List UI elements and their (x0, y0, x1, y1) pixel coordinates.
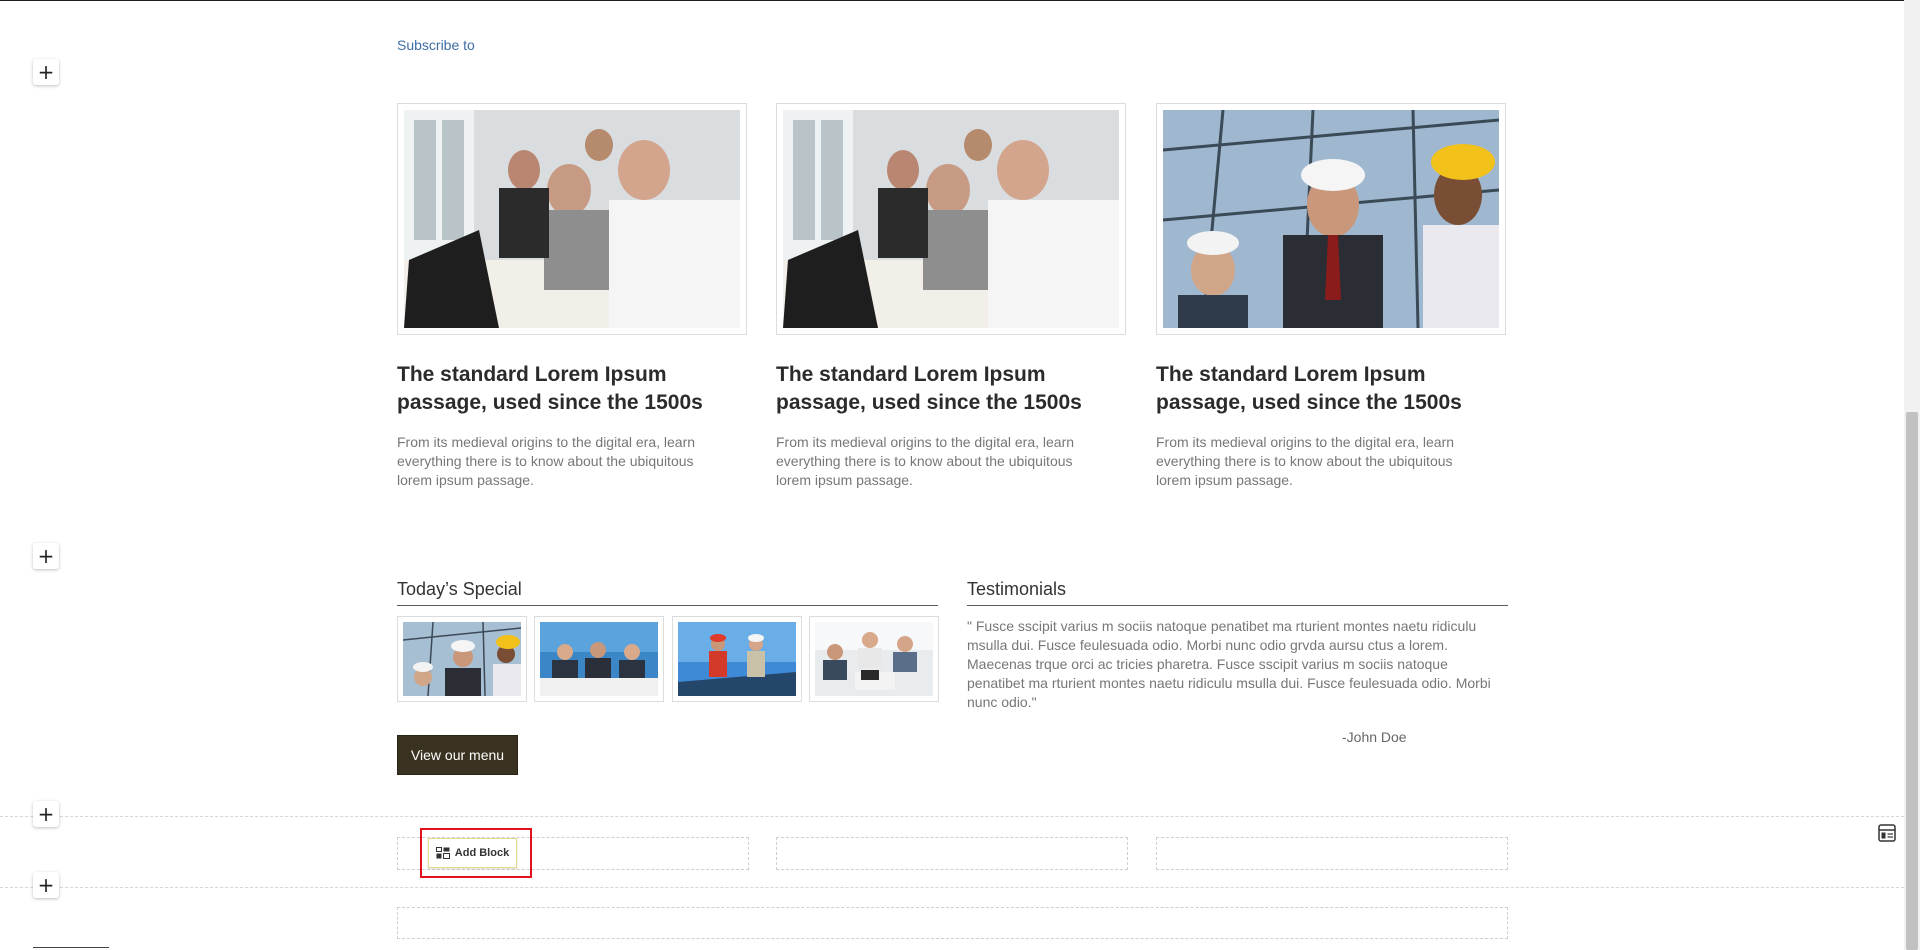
view-menu-button[interactable]: View our menu (397, 735, 518, 775)
testimonials-rule (967, 605, 1508, 606)
special-thumbnail[interactable] (672, 616, 802, 702)
card-title[interactable]: The standard Lorem Ipsum passage, used s… (776, 361, 1116, 417)
testimonials-heading: Testimonials (967, 579, 1067, 599)
section-divider (0, 887, 1904, 888)
card-title[interactable]: The standard Lorem Ipsum passage, used s… (1156, 361, 1496, 417)
subscribe-link[interactable]: Subscribe to (397, 37, 475, 53)
empty-block-placeholder[interactable] (1156, 837, 1508, 870)
add-section-button[interactable]: + (33, 543, 59, 569)
special-thumbnail[interactable] (809, 616, 939, 702)
todays-special-heading: Today’s Special (397, 579, 522, 599)
testimonial-quote: " Fusce sscipit varius m sociis natoque … (967, 618, 1491, 710)
todays-special-rule (397, 605, 938, 606)
card-image[interactable] (776, 103, 1126, 335)
highlight-box (420, 828, 532, 878)
add-section-button[interactable]: + (33, 872, 59, 898)
scrollbar-thumb[interactable] (1906, 412, 1918, 950)
empty-block-placeholder[interactable] (397, 907, 1508, 939)
add-section-button[interactable]: + (33, 801, 59, 827)
special-thumbnail[interactable] (397, 616, 527, 702)
business-meeting-image (783, 110, 1119, 328)
card-image[interactable] (397, 103, 747, 335)
card-image[interactable] (1156, 103, 1506, 335)
business-meeting-image (404, 110, 740, 328)
handshake-solar-thumb (678, 622, 796, 696)
article-card: The standard Lorem Ipsum passage, used s… (776, 103, 1128, 490)
layout-settings-icon[interactable] (1877, 823, 1897, 843)
team-laptops-thumb (815, 622, 933, 696)
card-description: From its medieval origins to the digital… (776, 434, 1075, 488)
card-title[interactable]: The standard Lorem Ipsum passage, used s… (397, 361, 737, 417)
special-thumbnail[interactable] (534, 616, 664, 702)
card-description: From its medieval origins to the digital… (397, 434, 696, 488)
top-border (0, 0, 1920, 1)
section-divider (0, 816, 1904, 817)
scrollbar-track[interactable] (1904, 0, 1920, 950)
bottom-edge-line (33, 947, 109, 948)
construction-team-image (1163, 110, 1499, 328)
testimonial-author: -John Doe (1342, 729, 1407, 745)
office-meeting-thumb (540, 622, 658, 696)
empty-block-placeholder[interactable] (776, 837, 1128, 870)
add-section-button[interactable]: + (33, 59, 59, 85)
construction-team-thumb (403, 622, 521, 696)
article-card: The standard Lorem Ipsum passage, used s… (397, 103, 749, 490)
article-card: The standard Lorem Ipsum passage, used s… (1156, 103, 1508, 490)
card-description: From its medieval origins to the digital… (1156, 434, 1455, 488)
